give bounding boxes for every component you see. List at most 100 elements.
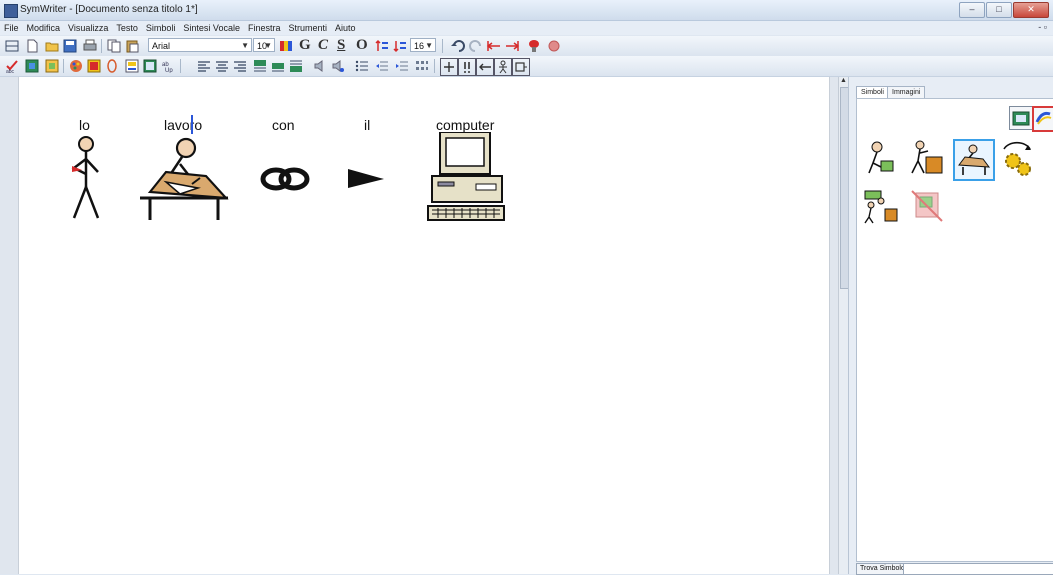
menu-sintesi-vocale[interactable]: Sintesi Vocale bbox=[179, 21, 244, 35]
increase-indent-icon[interactable] bbox=[394, 58, 410, 74]
font-name-value: Arial bbox=[152, 41, 171, 51]
print-icon[interactable] bbox=[82, 38, 98, 54]
speak-settings-icon[interactable] bbox=[330, 58, 346, 74]
menu-bar: File Modifica Visualizza Testo Simboli S… bbox=[0, 21, 1053, 35]
font-name-select[interactable]: Arial ▼ bbox=[148, 38, 252, 52]
exclamation-icon[interactable] bbox=[458, 58, 476, 76]
symbol-book-icon[interactable] bbox=[44, 58, 60, 74]
find-symbol-button[interactable]: Trova Simbolo bbox=[856, 563, 909, 575]
maximize-button[interactable]: □ bbox=[986, 2, 1012, 18]
copy-icon[interactable] bbox=[106, 38, 122, 54]
left-margin-icon[interactable] bbox=[486, 38, 502, 54]
circle-outline-icon[interactable] bbox=[104, 58, 120, 74]
picture-frame-icon[interactable] bbox=[142, 58, 158, 74]
text-color-icon[interactable] bbox=[278, 38, 294, 54]
person-pointing-to-self-icon[interactable] bbox=[58, 132, 110, 224]
menu-aiuto[interactable]: Aiuto bbox=[331, 21, 360, 35]
frame-icon[interactable] bbox=[512, 58, 530, 76]
person-writing-icon[interactable] bbox=[953, 139, 995, 181]
font-size-select[interactable]: 10 ▼ bbox=[253, 38, 275, 52]
word-computer[interactable]: computer bbox=[436, 117, 494, 133]
align-right-icon[interactable] bbox=[232, 58, 248, 74]
left-arrow-icon[interactable] bbox=[476, 58, 494, 76]
menu-testo[interactable]: Testo bbox=[112, 21, 142, 35]
panel-toggle-icon[interactable] bbox=[4, 38, 20, 54]
grid-icon[interactable] bbox=[414, 58, 430, 74]
linked-rings-icon[interactable] bbox=[256, 132, 316, 224]
arrow-pointer-icon[interactable] bbox=[344, 132, 392, 224]
spellcheck-icon[interactable]: abc bbox=[4, 58, 20, 74]
image-picture-icon[interactable] bbox=[1009, 106, 1033, 130]
bullet-list-icon[interactable] bbox=[354, 58, 370, 74]
crossed-out-picture-icon[interactable] bbox=[908, 187, 946, 225]
person-writing-at-desk-icon[interactable] bbox=[136, 132, 232, 224]
color-image-icon[interactable] bbox=[1032, 106, 1053, 132]
scroll-up-icon[interactable]: ▲ bbox=[840, 77, 847, 84]
gears-rotating-icon[interactable] bbox=[998, 139, 1036, 177]
align-symbol-top-icon[interactable] bbox=[252, 58, 268, 74]
separator bbox=[442, 39, 443, 53]
person-working-icon[interactable] bbox=[861, 139, 899, 177]
align-left-icon[interactable] bbox=[196, 58, 212, 74]
toolbar-symbols: abc ab Up bbox=[0, 56, 1053, 77]
open-folder-icon[interactable] bbox=[44, 38, 60, 54]
insert-column-icon[interactable] bbox=[440, 58, 458, 76]
separator bbox=[434, 59, 435, 73]
underline-button[interactable]: S bbox=[337, 37, 345, 54]
word-con[interactable]: con bbox=[272, 117, 295, 133]
window-title: SymWriter - [Documento senza titolo 1*] bbox=[20, 4, 198, 15]
menu-finestra[interactable]: Finestra bbox=[244, 21, 285, 35]
symbol-size-select[interactable]: 16 ▼ bbox=[410, 38, 436, 52]
menu-file[interactable]: File bbox=[0, 21, 23, 35]
word-lavoro[interactable]: lavoro bbox=[164, 117, 202, 133]
increase-symbol-size-icon[interactable] bbox=[374, 38, 390, 54]
speak-icon[interactable] bbox=[312, 58, 328, 74]
title-bar: SymWriter - [Documento senza titolo 1*] … bbox=[0, 0, 1053, 21]
align-symbol-middle-icon[interactable] bbox=[270, 58, 286, 74]
outline-button[interactable]: O bbox=[356, 37, 368, 54]
speaker-red-icon[interactable] bbox=[526, 38, 542, 54]
symbol-case-icon[interactable]: ab Up bbox=[160, 58, 176, 74]
color-symbols-icon[interactable] bbox=[86, 58, 102, 74]
word-il[interactable]: il bbox=[364, 117, 370, 133]
close-button[interactable]: ✕ bbox=[1013, 2, 1049, 18]
person-carrying-box-icon[interactable] bbox=[908, 139, 946, 177]
bold-button[interactable]: G bbox=[299, 37, 311, 54]
app-icon bbox=[4, 4, 18, 18]
separator bbox=[180, 59, 181, 73]
right-margin-icon[interactable] bbox=[504, 38, 520, 54]
record-icon[interactable] bbox=[546, 38, 562, 54]
separator bbox=[63, 59, 64, 73]
toolbar-main: Arial ▼ 10 ▼ G C S O 16 ▼ bbox=[0, 36, 1053, 57]
svg-text:Up: Up bbox=[165, 68, 173, 73]
separator bbox=[101, 39, 102, 53]
menu-modifica[interactable]: Modifica bbox=[23, 21, 65, 35]
people-working-icon[interactable] bbox=[861, 187, 899, 225]
find-symbol-input[interactable] bbox=[903, 563, 1053, 575]
menu-simboli[interactable]: Simboli bbox=[142, 21, 180, 35]
align-center-icon[interactable] bbox=[214, 58, 230, 74]
menu-strumenti[interactable]: Strumenti bbox=[284, 21, 331, 35]
svg-text:abc: abc bbox=[6, 69, 15, 73]
symbol-set-icon[interactable] bbox=[24, 58, 40, 74]
palette-icon[interactable] bbox=[68, 58, 84, 74]
undo-icon[interactable] bbox=[450, 38, 466, 54]
save-icon[interactable] bbox=[62, 38, 78, 54]
mdi-controls[interactable]: - ▫ bbox=[1038, 22, 1047, 32]
person-icon[interactable] bbox=[494, 58, 512, 76]
decrease-indent-icon[interactable] bbox=[374, 58, 390, 74]
new-document-icon[interactable] bbox=[24, 38, 40, 54]
chevron-down-icon: ▼ bbox=[425, 41, 433, 50]
italic-button[interactable]: C bbox=[318, 37, 328, 54]
chevron-down-icon: ▼ bbox=[264, 41, 272, 50]
desktop-computer-icon[interactable] bbox=[424, 132, 508, 224]
align-symbol-bottom-icon[interactable] bbox=[288, 58, 304, 74]
minimize-button[interactable]: – bbox=[959, 2, 985, 18]
menu-visualizza[interactable]: Visualizza bbox=[64, 21, 112, 35]
paste-icon[interactable] bbox=[124, 38, 140, 54]
word-lo[interactable]: lo bbox=[79, 117, 90, 133]
decrease-symbol-size-icon[interactable] bbox=[392, 38, 408, 54]
chevron-down-icon: ▼ bbox=[241, 41, 249, 50]
text-symbol-position-icon[interactable] bbox=[124, 58, 140, 74]
redo-icon[interactable] bbox=[468, 38, 484, 54]
